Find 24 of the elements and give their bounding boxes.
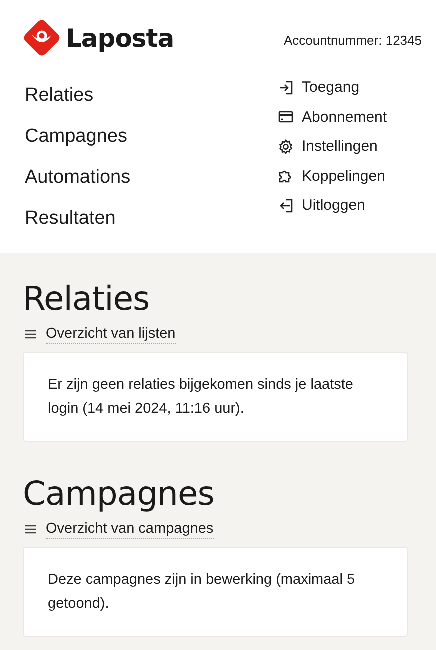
menu-link[interactable]: Instellingen — [278, 137, 414, 156]
login-icon — [278, 80, 294, 96]
message-text: Deze campagnes zijn in bewerking (maximaal 5 getoond). — [48, 571, 356, 614]
menu-link[interactable]: Koppelingen — [278, 166, 414, 186]
brand-name: Laposta — [66, 24, 174, 52]
message-text: Er zijn geen relaties bijgekomen sinds je laatste login (14 mei 2024, 11:16 uur). — [48, 376, 354, 419]
logout-icon — [278, 198, 294, 214]
section-heading: Relaties — [23, 278, 151, 320]
nav-link[interactable]: Campagnes — [25, 125, 131, 149]
card-icon — [278, 109, 294, 126]
settings-icon — [278, 138, 294, 155]
list-icon — [25, 525, 36, 534]
account-number: Accountnummer: 12345 — [284, 32, 422, 48]
overview-link[interactable]: Overzicht van lijsten — [46, 325, 176, 344]
puzzle-icon — [278, 168, 294, 184]
nav-link[interactable]: Automations — [25, 166, 131, 190]
nav-link[interactable]: Relaties — [25, 84, 131, 108]
menu-link[interactable]: Toegang — [278, 78, 414, 98]
section-heading: Campagnes — [23, 473, 216, 515]
list-icon — [25, 330, 36, 339]
nav-link[interactable]: Resultaten — [25, 207, 131, 231]
menu-link[interactable]: Uitloggen — [278, 196, 414, 216]
overview-link[interactable]: Overzicht van campagnes — [46, 520, 214, 539]
menu-link[interactable]: Abonnement — [278, 108, 414, 127]
